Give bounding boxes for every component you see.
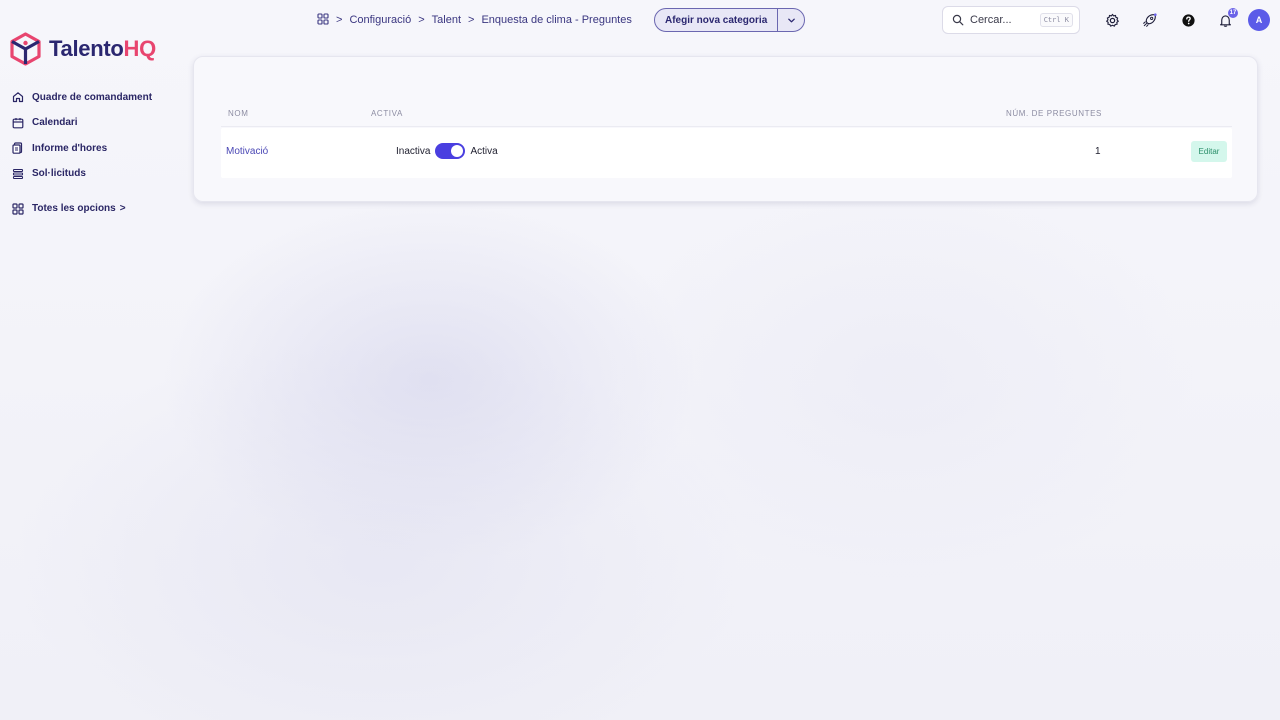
column-header-question-count: NÚM. DE PREGUNTES <box>1006 109 1102 118</box>
question-count: 1 <box>1095 146 1101 157</box>
list-icon <box>12 168 24 180</box>
avatar[interactable]: A <box>1248 9 1270 31</box>
calendar-icon <box>12 117 24 129</box>
search-input[interactable]: Cercar... <box>970 14 1034 26</box>
apps-grid-icon[interactable] <box>317 12 329 28</box>
toggle-off-label: Inactiva <box>396 145 431 157</box>
add-category-dropdown-toggle[interactable] <box>778 9 804 31</box>
chevron-down-icon <box>787 18 795 22</box>
table-row: Motivació Inactiva Activa 1 Editar <box>221 128 1232 178</box>
column-header-name: NOM <box>228 109 249 118</box>
settings-icon[interactable] <box>1103 11 1121 29</box>
sidebar-item-label: Informe d'hores <box>32 142 108 154</box>
breadcrumb: > Configuració > Talent > Enquesta de cl… <box>317 12 632 28</box>
breadcrumb-separator: > <box>336 14 343 26</box>
edit-button[interactable]: Editar <box>1191 141 1227 162</box>
breadcrumb-item-current: Enquesta de clima - Preguntes <box>481 14 632 26</box>
sidebar-item-label: Quadre de comandament <box>32 91 153 103</box>
sidebar-all-options[interactable]: Totes les opcions > <box>12 200 182 218</box>
search-icon <box>952 14 964 26</box>
app-logo[interactable]: TalentoHQ <box>10 32 156 66</box>
cube-logo-icon <box>10 32 41 66</box>
column-header-active: ACTIVA <box>371 109 403 118</box>
breadcrumb-separator: > <box>468 14 475 26</box>
sidebar-item-calendar[interactable]: Calendari <box>12 114 182 132</box>
logo-text-accent: HQ <box>123 36 157 61</box>
sidebar-item-label: Sol·licituds <box>32 168 86 179</box>
logo-text-primary: Talento <box>49 36 124 61</box>
active-toggle-group: Inactiva Activa <box>396 143 498 159</box>
logo-text: TalentoHQ <box>49 36 156 62</box>
breadcrumb-item-configuracio[interactable]: Configuració <box>349 14 411 26</box>
sidebar-item-label: Calendari <box>32 117 78 128</box>
search-shortcut: Ctrl K <box>1039 13 1073 27</box>
notification-badge: 17 <box>1228 8 1238 18</box>
rocket-icon[interactable] <box>1140 11 1158 29</box>
toggle-on-label: Activa <box>470 145 498 157</box>
table-header: NOM ACTIVA NÚM. DE PREGUNTES <box>221 103 1232 127</box>
add-category-button[interactable]: Afegir nova categoria <box>655 9 779 31</box>
sidebar-item-hours-report[interactable]: Informe d'hores <box>12 139 182 157</box>
help-icon[interactable] <box>1179 11 1197 29</box>
breadcrumb-item-talent[interactable]: Talent <box>432 14 461 26</box>
category-name-link[interactable]: Motivació <box>226 146 268 157</box>
breadcrumb-separator: > <box>418 14 425 26</box>
categories-card: NOM ACTIVA NÚM. DE PREGUNTES Motivació I… <box>193 56 1258 202</box>
active-toggle[interactable] <box>435 143 466 159</box>
grid-icon <box>12 202 24 215</box>
chevron-right-icon: > <box>119 203 126 214</box>
search-box[interactable]: Cercar... Ctrl K <box>942 6 1080 34</box>
sidebar: Quadre de comandament Calendari Informe … <box>12 88 182 225</box>
sidebar-item-dashboard[interactable]: Quadre de comandament <box>12 88 182 106</box>
add-category-split-button: Afegir nova categoria <box>654 8 806 32</box>
home-icon <box>12 91 24 103</box>
report-icon <box>12 142 24 154</box>
all-options-label: Totes les opcions <box>32 203 116 214</box>
sidebar-item-requests[interactable]: Sol·licituds <box>12 165 182 183</box>
